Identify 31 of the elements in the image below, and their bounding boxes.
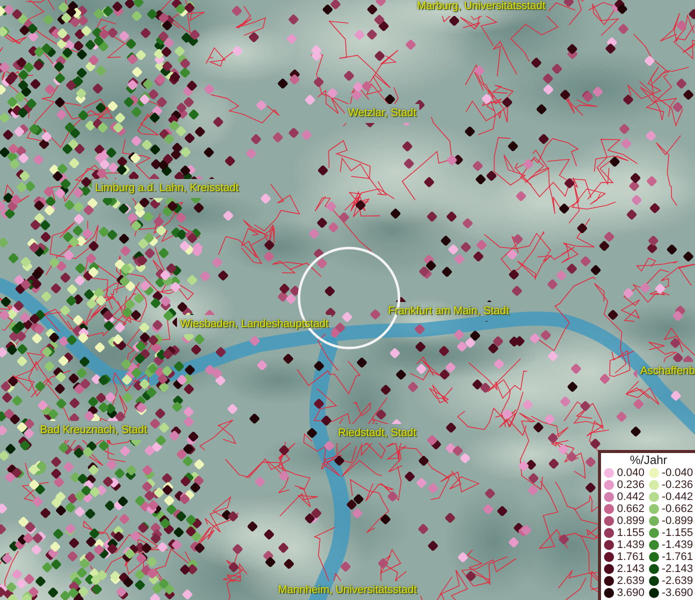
legend-value: 1.761 — [617, 551, 645, 563]
legend-value: -1.761 — [662, 551, 693, 563]
legend-value: 2.639 — [617, 575, 645, 587]
legend-value: 0.442 — [617, 491, 645, 503]
legend-value: -2.143 — [662, 563, 693, 575]
legend-value: -0.442 — [662, 491, 693, 503]
place-label: Bad Kreuznach, Stadt — [40, 424, 148, 437]
place-label: Aschaffenb — [640, 365, 695, 378]
legend-value: -0.899 — [662, 515, 693, 527]
place-label: Limburg a.d. Lahn, Kreisstadt — [95, 182, 239, 195]
legend-value: 0.236 — [617, 479, 645, 491]
place-label: Riedstadt, Stadt — [338, 427, 416, 440]
legend-value: 3.690 — [617, 587, 645, 599]
legend-value: -0.662 — [662, 503, 693, 515]
place-label: Mannheim, Universitätsstadt — [278, 584, 417, 597]
legend-value: -0.040 — [662, 467, 693, 479]
place-label: Frankfurt am Main, Stadt — [388, 305, 510, 318]
legend-value: -3.690 — [662, 587, 693, 599]
legend-value: 0.662 — [617, 503, 645, 515]
legend-value: -1.439 — [662, 539, 693, 551]
legend-value: -0.236 — [662, 479, 693, 491]
legend-value: 1.155 — [617, 527, 645, 539]
legend-value: -1.155 — [662, 527, 693, 539]
place-label: Wetzlar, Stadt — [348, 107, 416, 120]
legend-value: 0.040 — [617, 467, 645, 479]
legend-value: 1.439 — [617, 539, 645, 551]
legend-value: 0.899 — [617, 515, 645, 527]
legend-value: -2.639 — [662, 575, 693, 587]
legend-title: %/Jahr — [628, 454, 668, 467]
place-label: Marburg, Universitätsstadt — [417, 0, 546, 13]
legend-value: 2.143 — [617, 563, 645, 575]
